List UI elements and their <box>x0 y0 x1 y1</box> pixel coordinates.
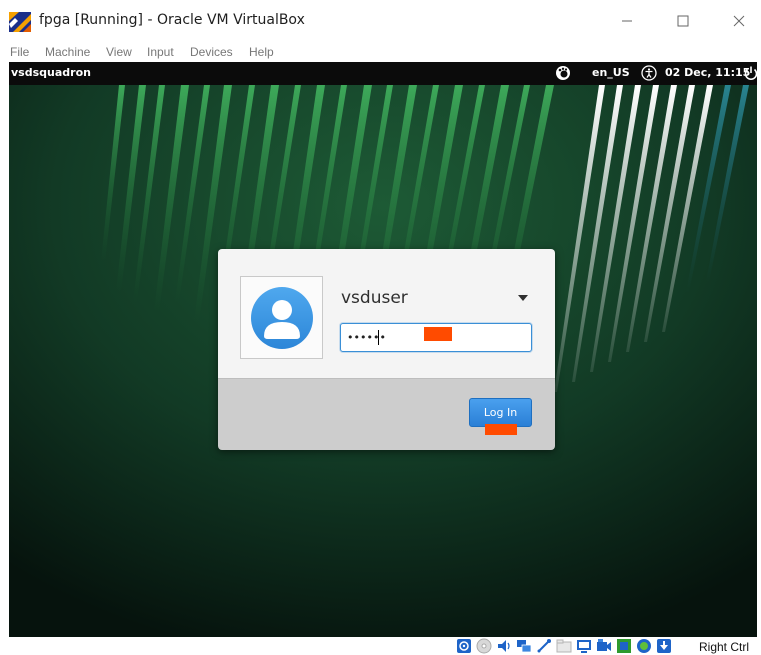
usb-icon[interactable] <box>536 638 552 654</box>
vm-status-bar: Right Ctrl <box>0 637 761 655</box>
keyboard-locale-indicator[interactable]: en_US <box>592 66 630 79</box>
log-in-button[interactable]: Log In <box>469 398 532 427</box>
menu-machine[interactable]: Machine <box>45 45 90 59</box>
accessibility-icon[interactable] <box>641 65 657 81</box>
clock[interactable]: 02 Dec, 11:15 <box>665 66 750 79</box>
login-dialog: vsduser Log In <box>218 249 555 450</box>
maximize-button[interactable] <box>660 4 706 38</box>
user-avatar-icon <box>250 286 313 349</box>
text-cursor <box>378 330 379 345</box>
menu-file[interactable]: File <box>10 45 29 59</box>
minimize-icon <box>622 20 632 22</box>
close-icon <box>733 15 745 27</box>
annotation-mark <box>485 424 517 435</box>
close-button[interactable] <box>716 4 761 38</box>
menu-bar: File Machine View Input Devices Help <box>0 42 761 62</box>
hard-disk-icon[interactable] <box>456 638 472 654</box>
chevron-down-icon[interactable] <box>516 293 530 303</box>
hostname-label: vsdsquadron <box>11 66 91 79</box>
gnome-foot-icon[interactable] <box>555 65 571 81</box>
processor-icon[interactable] <box>616 638 632 654</box>
menu-help[interactable]: Help <box>249 45 274 59</box>
audio-icon[interactable] <box>496 638 512 654</box>
display-icon[interactable] <box>576 638 592 654</box>
video-capture-icon[interactable] <box>596 638 612 654</box>
window-title-bar: fpga [Running] - Oracle VM VirtualBox <box>0 0 761 42</box>
username-label: vsduser <box>341 288 408 308</box>
maximize-icon <box>677 15 689 27</box>
optical-disk-icon[interactable] <box>476 638 492 654</box>
mouse-integration-icon[interactable] <box>636 638 652 654</box>
redaction-mark <box>424 327 452 341</box>
menu-view[interactable]: View <box>106 45 132 59</box>
vm-display[interactable]: vsdsquadron en_US 02 Dec, 11:15 vsduser … <box>9 62 757 637</box>
virtualbox-app-icon <box>9 12 31 32</box>
login-dialog-body: vsduser <box>218 249 555 378</box>
shared-folder-icon[interactable] <box>556 638 572 654</box>
host-key-label: Right Ctrl <box>699 640 750 654</box>
menu-devices[interactable]: Devices <box>190 45 233 59</box>
window-title: fpga [Running] - Oracle VM VirtualBox <box>39 12 305 28</box>
avatar <box>240 276 323 359</box>
minimize-button[interactable] <box>604 4 650 38</box>
power-icon[interactable] <box>743 65 757 81</box>
menu-input[interactable]: Input <box>147 45 174 59</box>
network-icon[interactable] <box>516 638 532 654</box>
keyboard-icon[interactable] <box>656 638 672 654</box>
guest-top-bar: vsdsquadron en_US 02 Dec, 11:15 <box>9 62 757 85</box>
